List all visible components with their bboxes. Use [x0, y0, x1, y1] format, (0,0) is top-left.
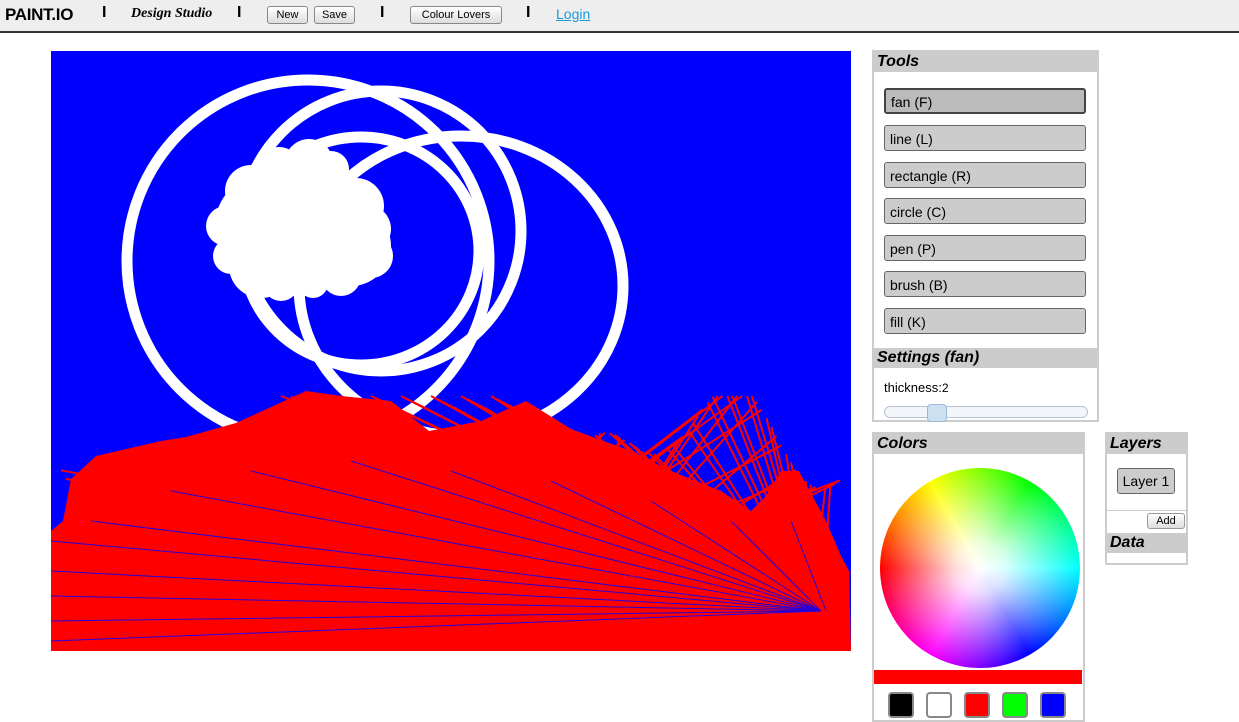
- tools-title: Tools: [874, 52, 1097, 72]
- thickness-slider-handle[interactable]: [927, 404, 947, 422]
- save-button[interactable]: Save: [314, 6, 355, 24]
- data-title: Data: [1107, 533, 1186, 553]
- top-bar: PAINT.IO I Design Studio I New Save I Co…: [0, 0, 1239, 33]
- login-link[interactable]: Login: [556, 6, 590, 22]
- thickness-value: 2: [941, 381, 949, 395]
- separator: I: [102, 4, 107, 21]
- swatch-white[interactable]: [926, 692, 952, 718]
- swatch-black[interactable]: [888, 692, 914, 718]
- thickness-row: thickness:2: [884, 380, 949, 395]
- tool-line-button[interactable]: line (L): [884, 125, 1086, 151]
- studio-title: Design Studio: [131, 6, 213, 21]
- separator: I: [237, 4, 242, 21]
- tool-fan-button[interactable]: fan (F): [884, 88, 1086, 114]
- tool-brush-button[interactable]: brush (B): [884, 271, 1086, 297]
- layer-1-button[interactable]: Layer 1: [1117, 468, 1175, 494]
- layers-panel: Layers Layer 1 Add Data: [1105, 432, 1188, 565]
- colors-panel: Colors: [872, 432, 1085, 722]
- tool-circle-button[interactable]: circle (C): [884, 198, 1086, 224]
- add-layer-button[interactable]: Add: [1147, 513, 1185, 529]
- colour-lovers-button[interactable]: Colour Lovers: [410, 6, 502, 24]
- separator: I: [380, 4, 385, 21]
- tool-pen-button[interactable]: pen (P): [884, 235, 1086, 261]
- swatch-red[interactable]: [964, 692, 990, 718]
- thickness-label: thickness:: [884, 380, 942, 395]
- divider: [1107, 510, 1186, 511]
- app-logo: PAINT.IO: [5, 5, 74, 24]
- color-wheel[interactable]: [880, 468, 1080, 668]
- swatch-green[interactable]: [1002, 692, 1028, 718]
- drawing-canvas[interactable]: [51, 51, 851, 651]
- separator: I: [526, 4, 531, 21]
- tool-fill-button[interactable]: fill (K): [884, 308, 1086, 334]
- tools-panel: Tools fan (F) line (L) rectangle (R) cir…: [872, 50, 1099, 422]
- swatch-blue[interactable]: [1040, 692, 1066, 718]
- layers-title: Layers: [1107, 434, 1186, 454]
- new-button[interactable]: New: [267, 6, 308, 24]
- canvas-drawing: [51, 74, 851, 651]
- tool-rectangle-button[interactable]: rectangle (R): [884, 162, 1086, 188]
- current-color-bar: [874, 670, 1082, 684]
- settings-title: Settings (fan): [874, 348, 1097, 368]
- thickness-slider[interactable]: [884, 404, 1088, 422]
- colors-title: Colors: [874, 434, 1083, 454]
